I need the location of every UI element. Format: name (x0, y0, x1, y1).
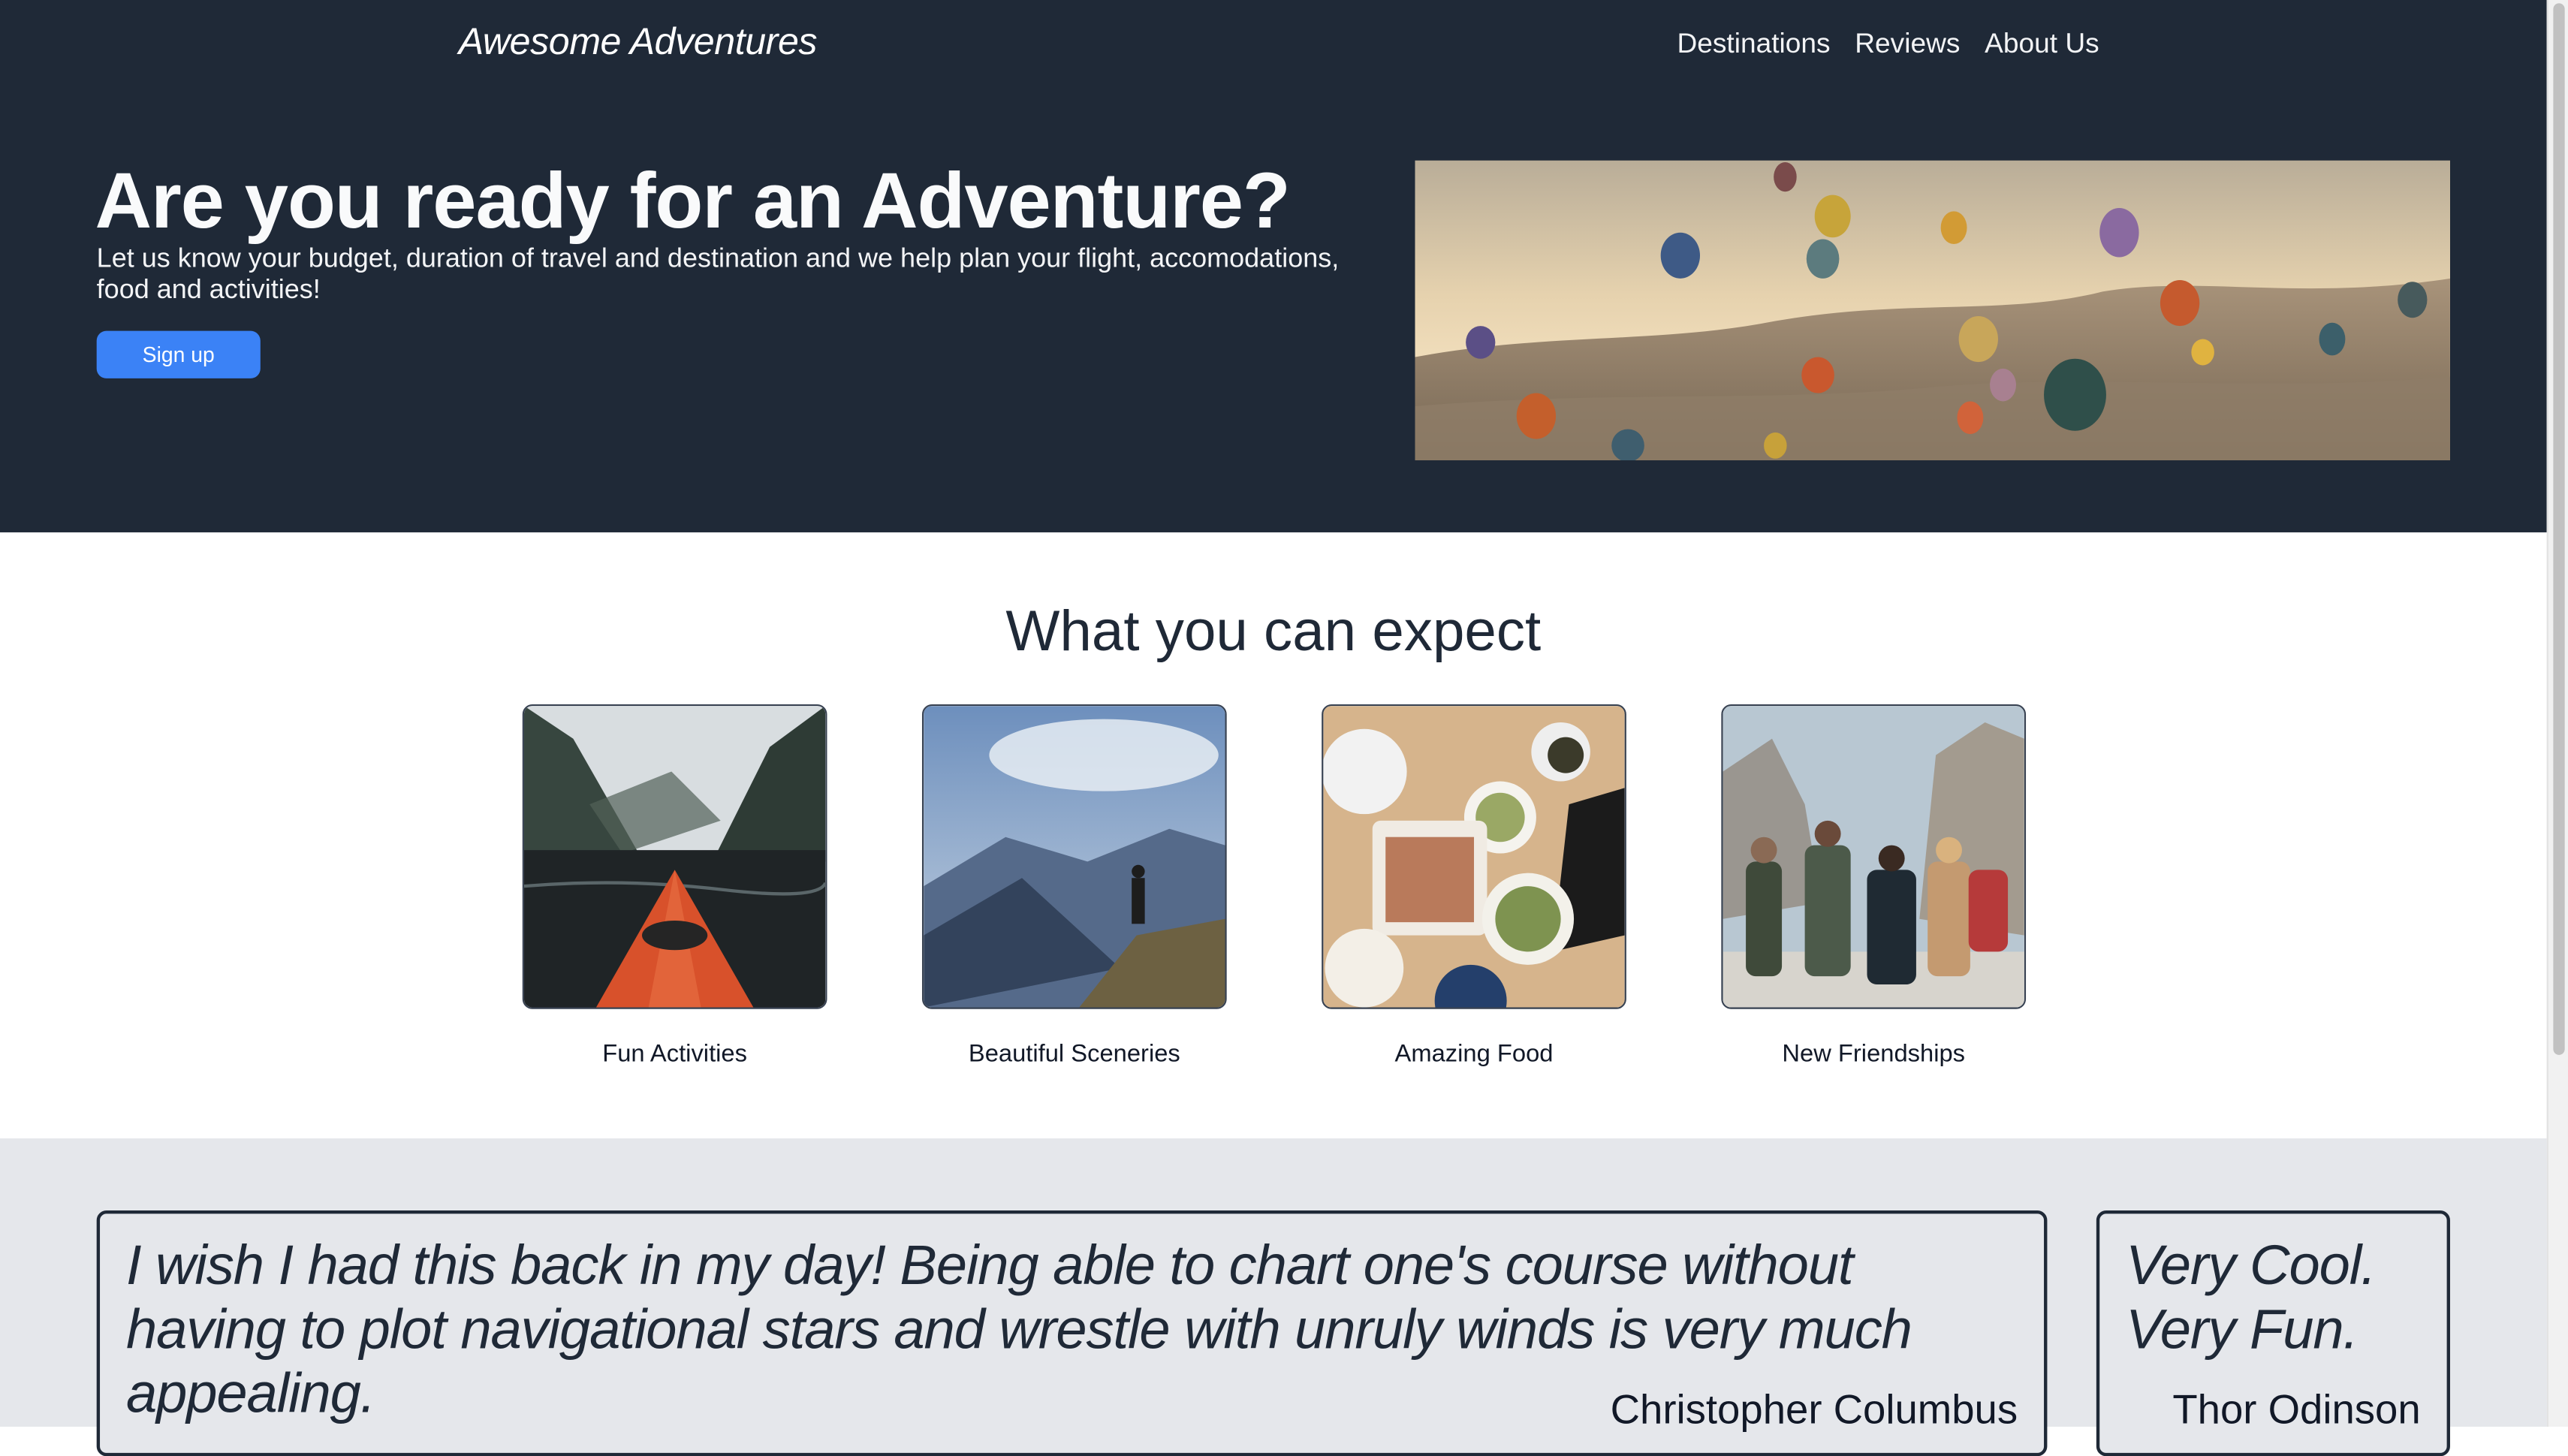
nav-destinations[interactable]: Destinations (1677, 28, 1830, 61)
hot-air-balloons-image (1415, 160, 2450, 460)
signup-button[interactable]: Sign up (96, 330, 261, 378)
review-quote: Very Cool. Very Fun. (2126, 1234, 2377, 1361)
kayak-image (522, 704, 827, 1009)
feature-label: Beautiful Sceneries (968, 1040, 1180, 1069)
review-author: Thor Odinson (2172, 1387, 2421, 1433)
feature-card-beautiful-sceneries[interactable]: Beautiful Sceneries (921, 704, 1227, 1069)
site-header: Awesome Adventures Destinations Reviews … (0, 0, 2547, 532)
food-table-image (1322, 704, 1626, 1009)
scrollbar-thumb[interactable] (2553, 3, 2565, 1055)
review-card: Very Cool. Very Fun. Thor Odinson (2096, 1210, 2450, 1456)
reviews-section: I wish I had this back in my day! Being … (0, 1138, 2547, 1456)
feature-label: Fun Activities (602, 1040, 748, 1069)
brand-logo[interactable]: Awesome Adventures (459, 20, 818, 64)
hero-subtitle: Let us know your budget, duration of tra… (96, 244, 1340, 305)
mountain-hiker-image (921, 704, 1227, 1009)
feature-label: New Friendships (1782, 1040, 1966, 1069)
page-scrollbar[interactable] (2546, 0, 2568, 1427)
feature-card-new-friendships[interactable]: New Friendships (1721, 704, 2027, 1069)
nav-about-us[interactable]: About Us (1985, 28, 2099, 61)
feature-card-amazing-food[interactable]: Amazing Food (1322, 704, 1626, 1068)
feature-label: Amazing Food (1394, 1040, 1554, 1069)
review-author: Christopher Columbus (1610, 1387, 2018, 1433)
nav-reviews[interactable]: Reviews (1855, 28, 1960, 61)
friends-group-image (1721, 704, 2027, 1009)
section-title: What you can expect (1005, 599, 1542, 664)
hero-title: Are you ready for an Adventure? (95, 158, 1291, 246)
feature-card-fun-activities[interactable]: Fun Activities (522, 704, 827, 1069)
review-card: I wish I had this back in my day! Being … (96, 1210, 2048, 1456)
main-nav: Destinations Reviews About Us (1677, 28, 2099, 61)
